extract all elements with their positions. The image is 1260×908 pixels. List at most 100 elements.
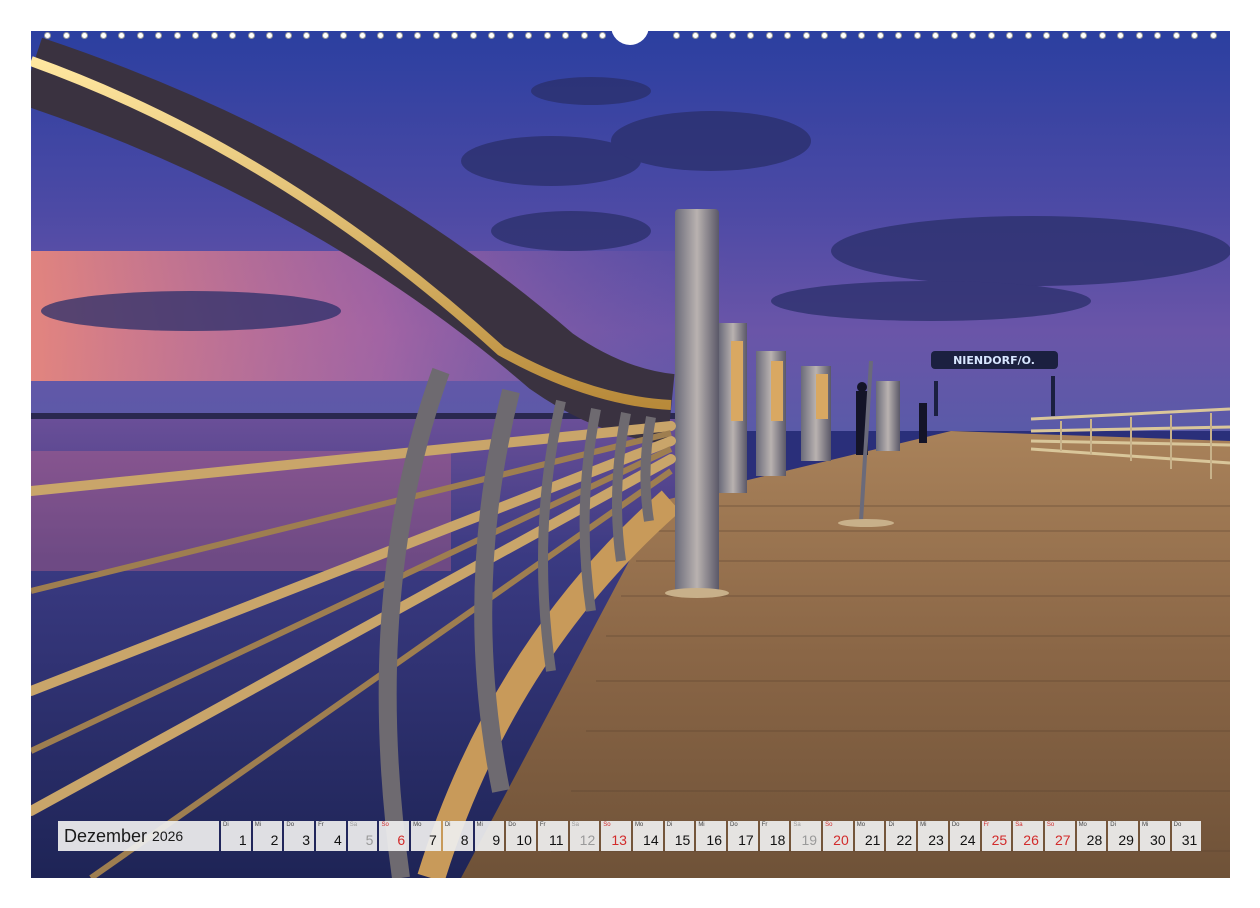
day-number: 17 bbox=[738, 832, 754, 848]
weekday-label: Mo bbox=[856, 822, 866, 828]
binding-hole bbox=[433, 32, 440, 39]
calendar-day: Mi 2 bbox=[252, 821, 283, 851]
binding-hole bbox=[192, 32, 199, 39]
binding-hole bbox=[470, 32, 477, 39]
binding-hole bbox=[81, 32, 88, 39]
binding-hole bbox=[340, 32, 347, 39]
binding-hole bbox=[877, 32, 884, 39]
calendar-day: Do 10 bbox=[506, 821, 536, 851]
day-number: 6 bbox=[397, 832, 406, 848]
calendar-day: Mi 16 bbox=[696, 821, 726, 851]
weekday-label: Mi bbox=[698, 822, 705, 828]
day-number: 12 bbox=[579, 832, 596, 848]
day-number: 2 bbox=[270, 832, 279, 848]
day-number: 14 bbox=[643, 832, 659, 848]
calendar-day: Fr 25 bbox=[981, 821, 1012, 851]
weekday-label: Do bbox=[286, 822, 295, 828]
calendar-photo: NIENDORF/O. bbox=[31, 31, 1230, 878]
day-number: 11 bbox=[549, 832, 564, 848]
binding-hole bbox=[322, 32, 329, 39]
calendar-strip: Dezember 2026 Di 1 Mi 2 Do 3 Fr 4 Sa 5 So 6 Mo 7 Di 8 Mi… bbox=[58, 821, 1202, 851]
day-number: 1 bbox=[238, 832, 247, 848]
binding-hole bbox=[174, 32, 181, 39]
calendar-day: Mo 7 bbox=[411, 821, 441, 851]
weekday-label: Fr bbox=[539, 822, 546, 828]
calendar-day: Mi 23 bbox=[918, 821, 948, 851]
day-number: 25 bbox=[991, 832, 1008, 848]
binding-hole bbox=[377, 32, 384, 39]
binding-hole bbox=[932, 32, 939, 39]
calendar-day: Mo 28 bbox=[1076, 821, 1107, 851]
weekday-label: Mi bbox=[920, 822, 927, 828]
weekday-label: Mi bbox=[476, 822, 483, 828]
binding-hole bbox=[562, 32, 569, 39]
binding-hole bbox=[951, 32, 958, 39]
binding-hole bbox=[1062, 32, 1069, 39]
weekday-label: Di bbox=[1110, 822, 1116, 828]
calendar-day: Mi 30 bbox=[1139, 821, 1170, 851]
binding-hole bbox=[988, 32, 995, 39]
weekday-label: Do bbox=[508, 822, 516, 828]
binding-hole bbox=[155, 32, 162, 39]
calendar-day: Mo 21 bbox=[854, 821, 885, 851]
binding-hole bbox=[1154, 32, 1161, 39]
binding-hole bbox=[507, 32, 514, 39]
weekday-label: So bbox=[1046, 822, 1055, 828]
binding-hole bbox=[1099, 32, 1106, 39]
weekday-label: Mo bbox=[1078, 822, 1087, 828]
day-number: 29 bbox=[1118, 832, 1134, 848]
binding-hole bbox=[63, 32, 70, 39]
calendar-day: Di 8 bbox=[442, 821, 473, 851]
binding-hole bbox=[1080, 32, 1087, 39]
day-number: 9 bbox=[492, 832, 501, 848]
binding-hole bbox=[211, 32, 218, 39]
binding-hole bbox=[1191, 32, 1198, 39]
binding-hole bbox=[1025, 32, 1032, 39]
day-number: 15 bbox=[674, 832, 691, 848]
binding-hole bbox=[1173, 32, 1180, 39]
binding-hole bbox=[451, 32, 458, 39]
day-number: 22 bbox=[896, 832, 913, 848]
day-number: 3 bbox=[302, 832, 311, 848]
weekday-label: Di bbox=[444, 822, 451, 828]
calendar-day: Do 3 bbox=[284, 821, 315, 851]
calendar-hanger bbox=[611, 25, 649, 45]
calendar-day: Di 29 bbox=[1108, 821, 1138, 851]
weekday-label: Sa bbox=[1015, 822, 1023, 828]
calendar-day: Do 17 bbox=[728, 821, 758, 851]
calendar-day: Di 15 bbox=[664, 821, 695, 851]
binding-hole bbox=[44, 32, 51, 39]
weekday-label: So bbox=[603, 822, 611, 828]
binding-hole bbox=[766, 32, 773, 39]
weekday-label: Mi bbox=[1141, 822, 1149, 828]
binding-hole bbox=[1210, 32, 1217, 39]
day-number: 4 bbox=[333, 832, 342, 848]
binding-hole bbox=[544, 32, 551, 39]
day-number: 21 bbox=[864, 832, 881, 848]
day-number: 8 bbox=[460, 832, 469, 848]
binding-hole bbox=[303, 32, 310, 39]
binding-hole bbox=[285, 32, 292, 39]
binding-hole bbox=[100, 32, 107, 39]
weekday-label: So bbox=[381, 822, 389, 828]
binding-hole bbox=[840, 32, 847, 39]
year-label: 2026 bbox=[152, 828, 184, 844]
weekday-label: Di bbox=[666, 822, 673, 828]
calendar-day: Di 1 bbox=[221, 821, 251, 851]
calendar-day: Fr 18 bbox=[759, 821, 790, 851]
day-number: 24 bbox=[959, 832, 976, 848]
weekday-label: Fr bbox=[761, 822, 768, 828]
spiral-binding bbox=[0, 25, 1260, 47]
day-number: 5 bbox=[365, 832, 374, 848]
calendar-day: Sa 26 bbox=[1013, 821, 1043, 851]
calendar-day: Sa 19 bbox=[791, 821, 822, 851]
weekday-label: Do bbox=[730, 822, 738, 828]
day-number: 19 bbox=[801, 832, 818, 848]
weekday-label: Di bbox=[888, 822, 895, 828]
calendar-day: So 6 bbox=[379, 821, 410, 851]
calendar-day: Mo 14 bbox=[632, 821, 663, 851]
weekday-label: Sa bbox=[349, 822, 358, 828]
binding-hole bbox=[414, 32, 421, 39]
binding-hole bbox=[969, 32, 976, 39]
calendar-day: Do 31 bbox=[1171, 821, 1202, 851]
